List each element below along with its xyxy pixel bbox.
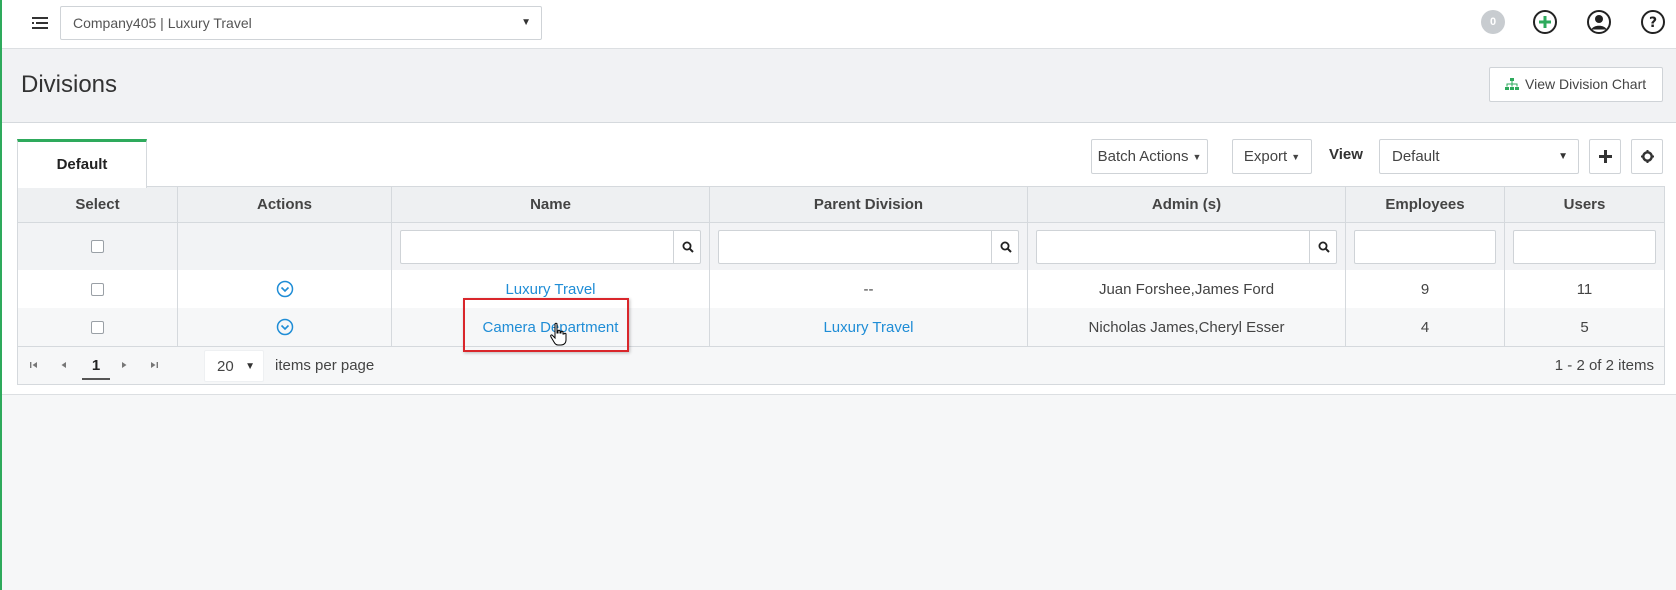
settings-button[interactable]: [1631, 139, 1663, 174]
current-page[interactable]: 1: [82, 354, 110, 380]
first-page-icon[interactable]: [28, 359, 40, 371]
pagination-bar: 1 20 ▼ items per page 1 - 2 of 2 items: [18, 346, 1664, 384]
tab-default[interactable]: Default: [17, 139, 147, 188]
column-header-users[interactable]: Users: [1505, 187, 1664, 222]
admins-text: Nicholas James,Cheryl Esser: [1088, 318, 1285, 336]
table-row: Camera Department Luxury Travel Nicholas…: [18, 308, 1664, 346]
admins-text: Juan Forshee,James Ford: [1098, 280, 1275, 298]
export-button[interactable]: Export ▼: [1232, 139, 1312, 174]
hand-pointer-cursor-icon: [550, 322, 567, 346]
column-header-actions[interactable]: Actions: [178, 187, 392, 222]
divisions-panel: Default Batch Actions ▼ Export ▼ View Defa…: [2, 123, 1676, 395]
column-header-name[interactable]: Name: [392, 187, 710, 222]
items-per-page-value: 20: [217, 358, 234, 375]
pagination-range: 1 - 2 of 2 items: [1554, 357, 1654, 374]
employees-count: 4: [1420, 318, 1430, 336]
parent-division-link[interactable]: Luxury Travel: [823, 319, 913, 336]
admins-filter-input[interactable]: [1036, 229, 1337, 264]
row-checkbox[interactable]: [91, 282, 104, 296]
items-per-page-label: items per page: [275, 357, 375, 374]
view-division-chart-label: View Division Chart: [1525, 76, 1647, 92]
menu-toggle-icon[interactable]: [30, 14, 50, 32]
search-icon: [1318, 241, 1330, 253]
org-chart-icon: [1505, 78, 1519, 90]
chevron-down-icon: ▼: [1558, 151, 1568, 162]
admins-filter-search-button[interactable]: [1309, 230, 1336, 263]
employees-filter-cell: [1346, 223, 1505, 270]
plus-icon: [1599, 150, 1612, 163]
column-header-admins[interactable]: Admin (s): [1028, 187, 1346, 222]
grid-filter-row: [18, 223, 1664, 270]
actions-filter-cell: [178, 223, 392, 270]
gear-icon: [1641, 150, 1654, 163]
search-icon: [682, 241, 694, 253]
users-filter-input[interactable]: [1513, 229, 1656, 264]
page-header: Divisions View Division Chart: [2, 49, 1676, 123]
parent-filter-search-button[interactable]: [991, 230, 1018, 263]
add-view-button[interactable]: [1589, 139, 1621, 174]
column-header-employees[interactable]: Employees: [1346, 187, 1505, 222]
divisions-grid: Select Actions Name Parent Division Admi…: [17, 186, 1665, 385]
parent-filter-cell: [710, 223, 1028, 270]
name-filter-input[interactable]: [400, 229, 701, 264]
help-icon[interactable]: ?: [1640, 9, 1666, 35]
export-label: Export: [1243, 148, 1288, 165]
top-bar: Company405 | Luxury Travel ▼ 0 ?: [2, 0, 1676, 49]
column-header-select[interactable]: Select: [18, 187, 178, 222]
table-row: Luxury Travel -- Juan Forshee,James Ford…: [18, 270, 1664, 308]
view-division-chart-button[interactable]: View Division Chart: [1489, 67, 1663, 102]
view-selector[interactable]: Default ▼: [1379, 139, 1579, 174]
caret-down-icon: ▼: [1192, 151, 1202, 162]
column-header-parent-division[interactable]: Parent Division: [710, 187, 1028, 222]
parent-division-text: --: [863, 280, 874, 298]
name-filter-search-button[interactable]: [673, 230, 700, 263]
notification-badge[interactable]: 0: [1481, 10, 1505, 34]
view-label: View: [1329, 146, 1363, 163]
grid-header-row: Select Actions Name Parent Division Admi…: [18, 187, 1664, 223]
row-checkbox[interactable]: [91, 320, 104, 334]
previous-page-icon[interactable]: [58, 359, 70, 371]
select-all-checkbox[interactable]: [91, 240, 104, 253]
search-icon: [1000, 241, 1012, 253]
chevron-down-icon: ▼: [245, 361, 255, 372]
svg-text:?: ?: [1649, 15, 1657, 31]
name-filter-cell: [392, 223, 710, 270]
batch-actions-button[interactable]: Batch Actions ▼: [1091, 139, 1208, 174]
user-profile-icon[interactable]: [1586, 9, 1612, 35]
row-actions-chevron-icon[interactable]: [276, 280, 294, 298]
parent-division-filter-input[interactable]: [718, 229, 1019, 264]
employees-filter-input[interactable]: [1354, 229, 1496, 264]
batch-actions-label: Batch Actions: [1097, 148, 1189, 165]
users-count: 11: [1576, 280, 1593, 298]
division-name-link[interactable]: Luxury Travel: [505, 281, 595, 298]
select-all-cell: [18, 223, 178, 270]
page-title: Divisions: [21, 71, 118, 98]
company-selector[interactable]: Company405 | Luxury Travel ▼: [60, 6, 542, 40]
employees-count: 9: [1420, 280, 1430, 298]
items-per-page-select[interactable]: 20 ▼: [204, 350, 264, 382]
add-circle-icon[interactable]: [1532, 9, 1558, 35]
chevron-down-icon: ▼: [521, 17, 531, 28]
company-selector-value: Company405 | Luxury Travel: [73, 15, 252, 31]
row-actions-chevron-icon[interactable]: [276, 318, 294, 336]
view-selector-value: Default: [1392, 148, 1440, 165]
next-page-icon[interactable]: [118, 359, 130, 371]
users-count: 5: [1580, 318, 1589, 336]
admins-filter-cell: [1028, 223, 1346, 270]
users-filter-cell: [1505, 223, 1664, 270]
last-page-icon[interactable]: [148, 359, 160, 371]
caret-down-icon: ▼: [1291, 151, 1301, 162]
